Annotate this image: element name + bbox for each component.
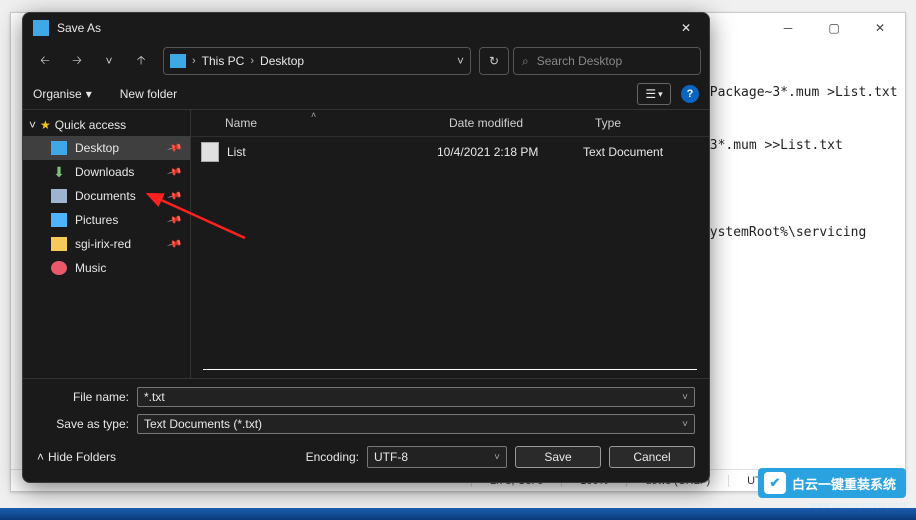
recent-locations-button[interactable]: ˅ [95, 47, 123, 75]
pin-icon: 📌 [166, 164, 182, 180]
chevron-down-icon[interactable]: ˅ [457, 54, 464, 68]
music-icon [51, 261, 67, 275]
chevron-down-icon: ˅ [682, 392, 688, 403]
filename-input[interactable]: *.txt ˅ [137, 387, 695, 407]
sidebar-item-label: sgi-irix-red [75, 237, 131, 251]
hide-folders-button[interactable]: Hide Folders [37, 450, 116, 464]
pin-icon: 📌 [166, 236, 182, 252]
sidebar-item-label: Downloads [75, 165, 134, 179]
folder-icon [51, 237, 67, 251]
address-bar[interactable]: › This PC › Desktop ˅ [163, 47, 471, 75]
forward-button[interactable]: 🡢 [63, 47, 91, 75]
search-icon: ⌕ [522, 54, 529, 69]
sidebar-item-label: Desktop [75, 141, 119, 155]
encoding-value: UTF-8 [374, 450, 408, 464]
chevron-down-icon: ▾ [86, 87, 92, 101]
sidebar-item-label: Documents [75, 189, 136, 203]
chevron-right-icon: › [250, 55, 254, 67]
navigation-row: 🡠 🡢 ˅ 🡡 › This PC › Desktop ˅ ↻ ⌕ Search… [23, 43, 709, 79]
pin-icon: 📌 [166, 212, 182, 228]
chevron-down-icon: ˅ [494, 452, 500, 463]
sidebar-item-label: Pictures [75, 213, 118, 227]
downloads-icon: ⬇ [51, 165, 67, 179]
encoding-label: Encoding: [306, 450, 359, 464]
toolbar: Organise ▾ New folder ☰ ▾ ? [23, 79, 709, 109]
cancel-button[interactable]: Cancel [609, 446, 695, 468]
refresh-button[interactable]: ↻ [479, 47, 509, 75]
close-dialog-button[interactable]: ✕ [663, 13, 709, 43]
taskbar [0, 508, 916, 520]
save-button[interactable]: Save [515, 446, 601, 468]
save-form: File name: *.txt ˅ Save as type: Text Do… [23, 378, 709, 482]
back-button[interactable]: 🡠 [31, 47, 59, 75]
sidebar-item-downloads[interactable]: ⬇ Downloads 📌 [23, 160, 190, 184]
file-row[interactable]: List 10/4/2021 2:18 PM Text Document [191, 137, 709, 167]
watermark-badge: ✔ 白云一键重装系统 [758, 468, 906, 498]
sidebar-item-music[interactable]: Music [23, 256, 190, 280]
text-file-icon [201, 142, 219, 162]
up-button[interactable]: 🡡 [127, 47, 155, 75]
star-icon: ★ [40, 118, 51, 132]
breadcrumb-desktop[interactable]: Desktop [260, 54, 304, 68]
sidebar-item-desktop[interactable]: Desktop 📌 [23, 136, 190, 160]
filename-value: *.txt [144, 390, 165, 404]
chevron-down-icon: ˅ [29, 118, 36, 132]
thispc-icon [170, 54, 186, 68]
savetype-label: Save as type: [37, 417, 137, 431]
pin-icon: 📌 [166, 188, 182, 204]
quick-access-group[interactable]: ˅ ★ Quick access [23, 114, 190, 136]
maximize-button[interactable]: ▢ [811, 14, 857, 42]
pictures-icon [51, 213, 67, 227]
filename-label: File name: [37, 390, 137, 404]
chevron-down-icon: ▾ [658, 89, 663, 100]
pin-icon: 📌 [166, 140, 182, 156]
savetype-select[interactable]: Text Documents (*.txt) ˅ [137, 414, 695, 434]
breadcrumb-thispc[interactable]: This PC [202, 54, 245, 68]
quick-access-label: Quick access [55, 118, 126, 132]
help-button[interactable]: ? [681, 85, 699, 103]
column-type[interactable]: Type [585, 116, 709, 130]
organise-label: Organise [33, 87, 82, 101]
column-date[interactable]: Date modified [439, 116, 585, 130]
file-list-area: ˄ Name Date modified Type List 10/4/2021… [191, 110, 709, 378]
chevron-right-icon: › [192, 55, 196, 67]
hide-folders-label: Hide Folders [48, 450, 116, 464]
column-headers: ˄ Name Date modified Type [191, 110, 709, 137]
save-as-dialog: Save As ✕ 🡠 🡢 ˅ 🡡 › This PC › Desktop ˅ … [22, 12, 710, 483]
dialog-title: Save As [57, 21, 101, 35]
close-notepad-button[interactable]: ✕ [857, 14, 903, 42]
dialog-icon [33, 20, 49, 36]
sidebar-item-pictures[interactable]: Pictures 📌 [23, 208, 190, 232]
watermark-icon: ✔ [764, 472, 786, 494]
desktop-icon [51, 141, 67, 155]
search-input[interactable]: ⌕ Search Desktop [513, 47, 701, 75]
file-name: List [219, 145, 437, 159]
watermark-text: 白云一键重装系统 [792, 474, 896, 493]
sidebar: ˅ ★ Quick access Desktop 📌 ⬇ Downloads 📌… [23, 110, 191, 378]
file-list[interactable]: List 10/4/2021 2:18 PM Text Document [191, 137, 709, 369]
file-date: 10/4/2021 2:18 PM [437, 145, 583, 159]
sidebar-item-folder[interactable]: sgi-irix-red 📌 [23, 232, 190, 256]
chevron-up-icon [37, 450, 44, 464]
sidebar-item-label: Music [75, 261, 106, 275]
organise-menu[interactable]: Organise ▾ [33, 87, 92, 101]
horizontal-scrollbar[interactable] [203, 369, 697, 370]
new-folder-button[interactable]: New folder [120, 87, 177, 101]
view-options-button[interactable]: ☰ ▾ [637, 83, 671, 105]
savetype-value: Text Documents (*.txt) [144, 417, 262, 431]
documents-icon [51, 189, 67, 203]
minimize-button[interactable]: ─ [765, 14, 811, 42]
sidebar-item-documents[interactable]: Documents 📌 [23, 184, 190, 208]
sort-indicator-icon: ˄ [311, 110, 316, 120]
file-type: Text Document [583, 145, 709, 159]
search-placeholder: Search Desktop [537, 54, 622, 68]
dialog-titlebar: Save As ✕ [23, 13, 709, 43]
encoding-select[interactable]: UTF-8 ˅ [367, 446, 507, 468]
list-view-icon: ☰ [645, 87, 656, 101]
chevron-down-icon: ˅ [682, 419, 688, 430]
